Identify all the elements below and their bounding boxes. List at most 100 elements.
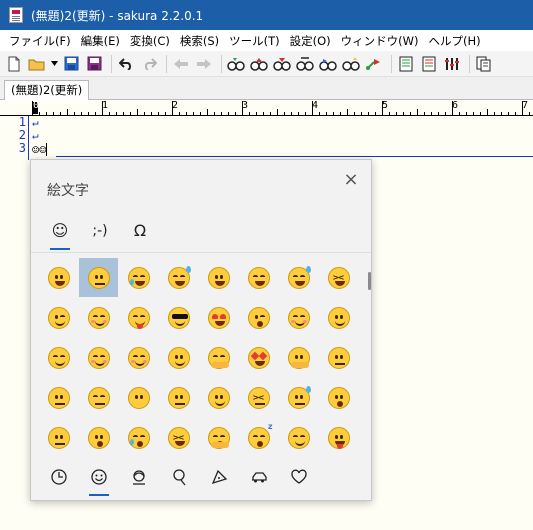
car-icon[interactable] (245, 464, 273, 490)
emoji-no-mouth[interactable] (119, 378, 158, 417)
search-up-icon[interactable] (249, 54, 269, 74)
emoji-slightly-smiling[interactable] (319, 298, 357, 337)
emoji-grid-scrollbar[interactable] (368, 272, 371, 290)
document-tab[interactable]: (無題)2(更新) (4, 80, 90, 100)
forward-icon[interactable] (194, 54, 214, 74)
menu-convert[interactable]: 変換(C) (125, 33, 175, 49)
find-next-icon[interactable] (318, 54, 338, 74)
bookmark-icon[interactable] (341, 54, 361, 74)
face-feature (305, 265, 311, 273)
face-feature (299, 274, 305, 278)
compare-icon[interactable] (442, 54, 462, 74)
emoji-thinking[interactable] (279, 338, 318, 377)
ruler-tick (207, 109, 208, 115)
emoji-tired[interactable]: > < (159, 418, 198, 457)
emoji-heart-eyes[interactable] (199, 298, 238, 337)
emoji-yawning[interactable] (199, 418, 238, 457)
back-icon[interactable] (171, 54, 191, 74)
emoji-hushed[interactable] (79, 418, 118, 457)
search-icon[interactable] (226, 54, 246, 74)
emoji-smirk[interactable] (199, 378, 238, 417)
face-feature (212, 434, 218, 438)
person-icon[interactable] (125, 464, 153, 490)
kaomoji-tab[interactable]: ;-) (85, 216, 115, 246)
emoji-star-struck[interactable] (239, 338, 278, 377)
emoji-expressionless[interactable] (79, 378, 118, 417)
emoji-grimacing[interactable] (79, 258, 118, 297)
ruler-tick (39, 112, 40, 115)
emoji-yum[interactable] (119, 298, 158, 337)
emoji-relieved[interactable] (279, 418, 318, 457)
emoji-zipper[interactable] (39, 418, 78, 457)
menu-help[interactable]: ヘルプ(H) (424, 33, 486, 49)
emoji-blush[interactable] (79, 298, 118, 337)
emoji-laughing[interactable]: > < (319, 258, 357, 297)
grep-icon[interactable] (474, 54, 494, 74)
emoji-sleeping[interactable]: z (239, 418, 278, 457)
ruler-tick (459, 112, 460, 115)
face-feature (139, 274, 145, 278)
save-all-icon[interactable] (84, 54, 104, 74)
heart-icon[interactable] (285, 464, 313, 490)
emoji-smile[interactable] (239, 258, 278, 297)
close-icon[interactable]: × (339, 168, 363, 192)
emoji-tab[interactable]: ☺ (45, 216, 75, 250)
menu-tools[interactable]: ツール(T) (224, 33, 285, 49)
menu-file[interactable]: ファイル(F) (4, 33, 76, 49)
emoji-blush-eyes[interactable] (79, 338, 118, 377)
emoji-relaxed[interactable] (119, 338, 158, 377)
emoji-open-mouth[interactable] (319, 378, 357, 417)
clock-icon[interactable] (45, 464, 73, 490)
emoji-kissing-heart[interactable] (239, 298, 278, 337)
smiley-icon[interactable] (85, 464, 113, 496)
emoji-hugging[interactable] (199, 338, 238, 377)
replace-icon[interactable] (295, 54, 315, 74)
open-dropdown-icon[interactable] (50, 54, 58, 74)
menu-edit[interactable]: 編集(E) (76, 33, 125, 49)
leaf-icon[interactable] (165, 464, 193, 490)
emoji-sunglasses[interactable] (159, 298, 198, 337)
title-bar[interactable]: (無題)2(更新) - sakura 2.2.0.1 (0, 0, 533, 30)
emoji-joy[interactable] (119, 258, 158, 297)
emoji-wink[interactable] (39, 298, 78, 337)
emoji-rolling-eyes[interactable] (159, 378, 198, 417)
print-preview-icon[interactable] (419, 54, 439, 74)
emoji-smiling-closed[interactable] (39, 338, 78, 377)
ruler-tick (53, 112, 54, 115)
ruler-tick (186, 112, 187, 115)
emoji-disappointed-relieved[interactable] (279, 378, 318, 417)
ruler-tick (277, 109, 278, 115)
ruler-tick (361, 112, 362, 115)
face-feature (256, 320, 263, 327)
print-icon[interactable] (396, 54, 416, 74)
emoji-grid: > < > < > < z (39, 258, 357, 458)
save-icon[interactable] (61, 54, 81, 74)
emoji-sleepy[interactable] (119, 418, 158, 457)
emoji-sweat-smile[interactable] (279, 258, 318, 297)
face-feature (94, 402, 105, 405)
face-feature: < (257, 392, 265, 402)
emoji-grinning[interactable] (39, 258, 78, 297)
jump-icon[interactable] (364, 54, 384, 74)
emoji-neutral[interactable] (39, 378, 78, 417)
emoji-raised-eyebrow[interactable] (319, 338, 357, 377)
emoji-smiling-hearts[interactable] (279, 298, 318, 337)
menu-window[interactable]: ウィンドウ(W) (336, 33, 424, 49)
menu-search[interactable]: 検索(S) (175, 33, 224, 49)
new-file-icon[interactable] (4, 54, 24, 74)
face-feature (174, 321, 185, 326)
sakura-app-icon[interactable] (9, 7, 23, 23)
open-folder-icon[interactable] (27, 54, 47, 74)
emoji-grin[interactable] (199, 258, 238, 297)
search-down-icon[interactable] (272, 54, 292, 74)
emoji-slight-smile[interactable] (159, 338, 198, 377)
emoji-rofl[interactable] (159, 258, 198, 297)
emoji-persevere[interactable]: > < (239, 378, 278, 417)
redo-icon[interactable] (139, 54, 159, 74)
ruler-tick (410, 112, 411, 115)
pizza-icon[interactable] (205, 464, 233, 490)
emoji-tongue[interactable] (319, 418, 357, 457)
undo-icon[interactable] (116, 54, 136, 74)
menu-settings[interactable]: 設定(O) (285, 33, 336, 49)
symbols-tab[interactable]: Ω (125, 216, 155, 246)
